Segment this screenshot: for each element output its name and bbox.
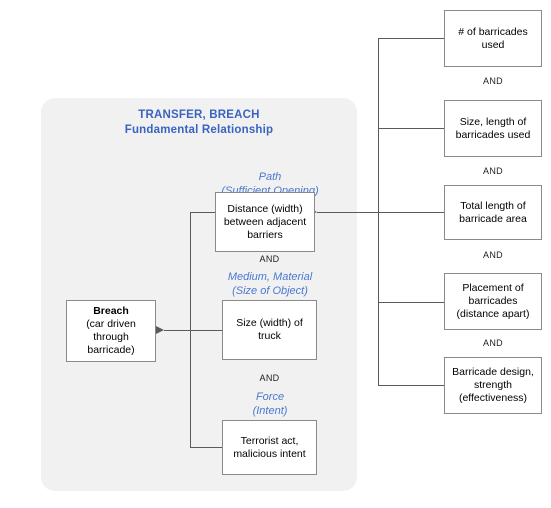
connector-right-branch-2 xyxy=(378,128,444,129)
category-label-force: Force (Intent) xyxy=(205,390,335,418)
category-force-line2: (Intent) xyxy=(252,405,288,417)
connector-right-to-path xyxy=(317,212,378,213)
right-box-4-line1: Placement of xyxy=(462,282,524,294)
category-path-line1: Path xyxy=(258,171,282,183)
right-box-5-line2: strength xyxy=(474,379,512,391)
right-box-5-line3: (effectiveness) xyxy=(458,392,528,404)
connector-right-branch-4 xyxy=(378,302,444,303)
right-box-size-length[interactable]: Size, length of barricades used xyxy=(444,100,542,157)
factor-box-truck-size[interactable]: Size (width) of truck xyxy=(222,300,317,360)
right-box-number-of-barricades[interactable]: # of barricades used xyxy=(444,10,542,67)
connector-right-branch-3 xyxy=(378,212,444,213)
category-medium-line1: Medium, Material xyxy=(227,271,313,283)
factor-box-terrorist-act[interactable]: Terrorist act, malicious intent xyxy=(222,420,317,475)
category-medium-line2: (Size of Object) xyxy=(232,285,308,297)
factor-distance-line3: barriers xyxy=(247,228,283,241)
factor-distance-line1: Distance (width) xyxy=(227,202,303,215)
right-box-4-line3: (distance apart) xyxy=(456,308,530,320)
category-force-line1: Force xyxy=(255,391,285,403)
right-and-label-2: AND xyxy=(483,166,503,176)
connector-right-branch-5 xyxy=(378,385,444,386)
and-label-medium-force: AND xyxy=(259,373,280,383)
connector-force-horizontal xyxy=(190,447,222,448)
factor-truck-line1: Size (width) of truck xyxy=(236,317,303,342)
arrow-to-breach xyxy=(156,325,164,334)
right-box-2-line1: Size, length of xyxy=(459,115,527,128)
outcome-box-breach[interactable]: Breach (car driven through barricade) xyxy=(66,300,156,362)
factor-box-distance[interactable]: Distance (width) between adjacent barrie… xyxy=(215,192,315,252)
right-box-1-line2: used xyxy=(481,38,505,51)
right-box-4-line2: barricades xyxy=(468,295,518,307)
right-box-placement[interactable]: Placement of barricades (distance apart) xyxy=(444,273,542,330)
factor-terrorist-line1: Terrorist act, xyxy=(240,434,299,447)
right-box-2-line2: barricades used xyxy=(455,128,531,141)
panel-title: TRANSFER, BREACH Fundamental Relationshi… xyxy=(41,108,357,138)
and-label-path-medium: AND xyxy=(259,254,280,264)
right-and-label-1: AND xyxy=(483,76,503,86)
right-box-barricade-design[interactable]: Barricade design, strength (effectivenes… xyxy=(444,357,542,414)
factor-distance-line2: between adjacent xyxy=(223,215,307,228)
connector-breach-horizontal xyxy=(164,330,222,331)
panel-title-line2: Fundamental Relationship xyxy=(124,124,274,136)
factor-terrorist-line2: malicious intent xyxy=(233,447,306,460)
right-box-3-line1: Total length of xyxy=(460,199,526,212)
right-box-1-line1: # of barricades xyxy=(458,25,528,38)
connector-right-branch-1 xyxy=(378,38,444,39)
outcome-box-line3: through barricade) xyxy=(87,331,135,356)
category-label-medium: Medium, Material (Size of Object) xyxy=(205,270,335,298)
outcome-box-line2: (car driven xyxy=(86,318,136,330)
right-box-3-line2: barricade area xyxy=(459,212,527,225)
diagram-canvas: TRANSFER, BREACH Fundamental Relationshi… xyxy=(0,0,551,508)
panel-title-line1: TRANSFER, BREACH xyxy=(138,109,260,121)
right-box-total-length[interactable]: Total length of barricade area xyxy=(444,185,542,240)
right-and-label-4: AND xyxy=(483,338,503,348)
right-and-label-3: AND xyxy=(483,250,503,260)
right-box-5-line1: Barricade design, xyxy=(452,366,534,378)
outcome-box-title: Breach xyxy=(93,305,129,317)
